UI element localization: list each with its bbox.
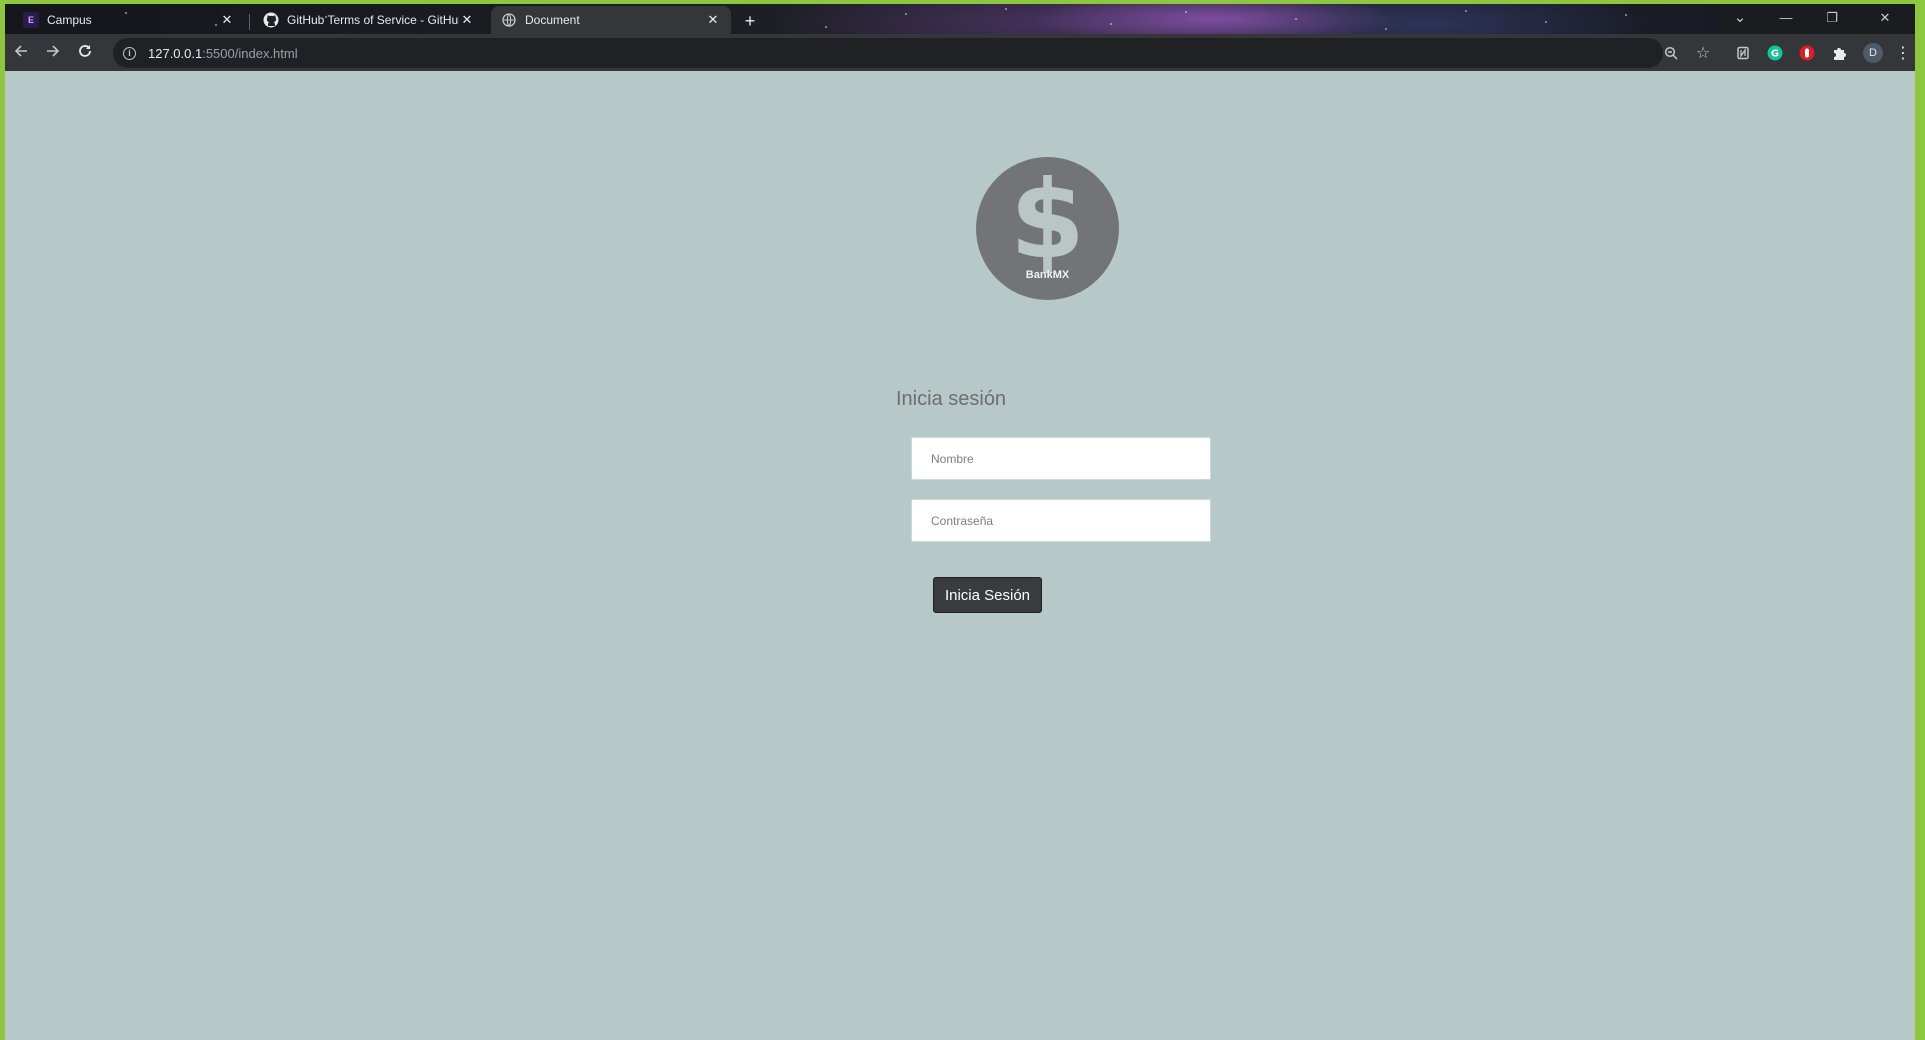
bookmark-star-icon[interactable]: ☆	[1695, 45, 1711, 62]
kebab-menu-icon[interactable]: ⋮	[1895, 45, 1911, 62]
tab-campus[interactable]: E Campus ✕	[13, 6, 245, 34]
tab-strip: E Campus ✕ GitHub Terms of Service - Git…	[5, 4, 1915, 34]
address-bar[interactable]: i 127.0.0.1:5500/index.html	[113, 38, 1663, 68]
tab-title: GitHub Terms of Service - GitHub	[287, 13, 459, 27]
extensions-puzzle-icon[interactable]	[1831, 45, 1847, 61]
grammarly-icon[interactable]: G	[1767, 45, 1783, 61]
extension-notion-icon[interactable]	[1735, 45, 1751, 61]
bankmx-logo: $ BankMX	[976, 157, 1119, 300]
site-info-icon[interactable]: i	[123, 46, 136, 60]
browser-window: E Campus ✕ GitHub Terms of Service - Git…	[5, 4, 1915, 1040]
forward-button[interactable]	[43, 43, 63, 63]
tab-title: Document	[525, 13, 580, 27]
minimize-button[interactable]: —	[1763, 4, 1809, 34]
name-input[interactable]	[911, 437, 1211, 480]
restore-button[interactable]: ❐	[1809, 4, 1855, 34]
tab-title: Campus	[47, 13, 92, 27]
url-path: :5500/index.html	[202, 45, 298, 61]
dollar-icon: $	[1009, 157, 1086, 283]
close-tab-icon[interactable]: ✕	[459, 12, 475, 28]
browser-toolbar: i 127.0.0.1:5500/index.html ☆ G D ⋮	[5, 34, 1915, 72]
url-host: 127.0.0.1	[148, 45, 203, 61]
new-tab-button[interactable]: +	[738, 10, 762, 34]
globe-icon	[501, 12, 517, 28]
tab-github-terms[interactable]: GitHub Terms of Service - GitHub ✕	[253, 6, 485, 34]
login-submit-button[interactable]: Inicia Sesión	[933, 577, 1042, 613]
close-tab-icon[interactable]: ✕	[705, 12, 721, 28]
reload-button[interactable]	[75, 43, 95, 63]
close-window-button[interactable]: ✕	[1855, 4, 1915, 34]
tab-search-button[interactable]: ⌄	[1717, 4, 1763, 34]
page-scrollbar[interactable]	[1905, 71, 1915, 1040]
page-content: $ BankMX Inicia sesión Inicia Sesión	[5, 71, 1915, 1040]
github-icon	[263, 12, 279, 28]
logo-brand-text: BankMX	[1025, 268, 1070, 281]
back-button[interactable]	[11, 43, 31, 63]
close-tab-icon[interactable]: ✕	[219, 12, 235, 28]
arrow-right-icon	[47, 45, 60, 57]
profile-avatar[interactable]: D	[1863, 43, 1883, 63]
tab-divider	[249, 14, 250, 30]
svg-text:G: G	[1771, 49, 1779, 60]
arrow-left-icon	[14, 45, 27, 57]
campus-icon: E	[23, 12, 39, 28]
password-input[interactable]	[911, 499, 1211, 542]
extension-red-icon[interactable]	[1799, 45, 1815, 61]
address-url[interactable]: 127.0.0.1:5500/index.html	[148, 46, 298, 61]
reload-icon	[79, 45, 91, 57]
login-heading: Inicia sesión	[896, 388, 1007, 410]
tab-document[interactable]: Document ✕	[491, 6, 731, 34]
zoom-icon[interactable]	[1663, 45, 1679, 61]
